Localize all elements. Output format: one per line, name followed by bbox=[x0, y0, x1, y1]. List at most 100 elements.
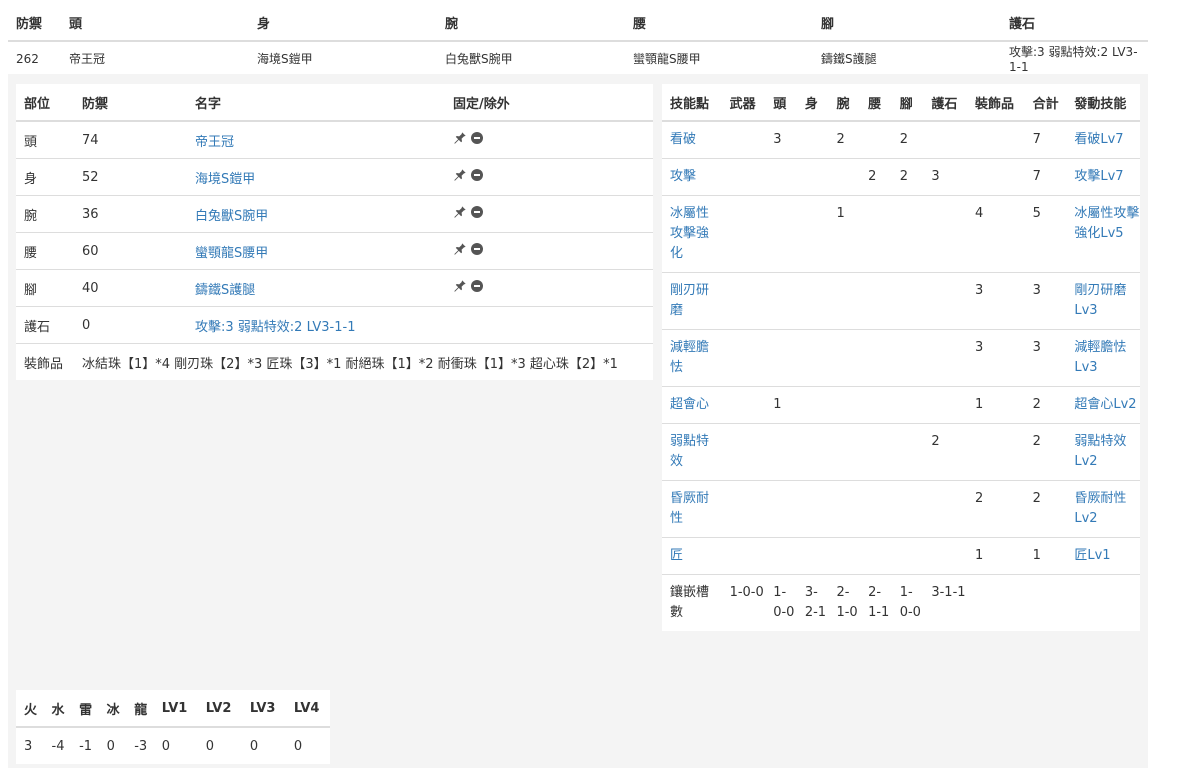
skill-point-cell bbox=[828, 272, 861, 330]
pin-icon[interactable] bbox=[453, 168, 467, 182]
active-skill-link[interactable]: 剛刃研磨Lv3 bbox=[1074, 283, 1126, 318]
active-skill-link[interactable]: 匠Lv1 bbox=[1074, 548, 1110, 563]
amulet-link[interactable]: 攻擊:3 弱點特效:2 LV3-1-1 bbox=[195, 320, 355, 335]
slot-row: 鑲嵌槽數 1-0-0 1-0-0 3-2-1 2-1-0 2-1-1 1-0-0 3-1-1 bbox=[662, 574, 1140, 631]
equip-row: 腳 40 鑄鐵S護腿 bbox=[16, 269, 653, 307]
equip-name-link[interactable]: 蠻顎龍S腰甲 bbox=[195, 246, 268, 261]
skill-point-cell bbox=[891, 423, 924, 481]
skill-point-cell: 4 bbox=[967, 195, 1025, 273]
skill-point-cell bbox=[967, 120, 1025, 159]
resist-value: -4 bbox=[43, 726, 72, 764]
skill-row: 弱點特效 2 2 弱點特效Lv2 bbox=[662, 423, 1140, 481]
skill-header: 腕 bbox=[828, 84, 861, 122]
skill-name-link[interactable]: 剛刃研磨 bbox=[670, 283, 709, 318]
summary-row: 262 帝王冠 海境S鎧甲 白兔獸S腕甲 蠻顎龍S腰甲 鑄鐵S護腿 攻擊:3 弱… bbox=[8, 41, 1148, 75]
skill-point-cell bbox=[765, 195, 797, 273]
skill-point-cell bbox=[923, 120, 967, 159]
resistance-row: 3 -4 -1 0 -3 0 0 0 0 bbox=[16, 726, 330, 764]
skill-name-link[interactable]: 昏厥耐性 bbox=[670, 491, 709, 526]
skill-point-cell bbox=[721, 386, 766, 424]
equip-name-link[interactable]: 鑄鐵S護腿 bbox=[195, 283, 255, 298]
skill-point-cell: 2 bbox=[923, 423, 967, 481]
skill-point-cell bbox=[796, 158, 829, 196]
skill-point-cell: 1 bbox=[1024, 537, 1067, 575]
skill-name-link[interactable]: 匠 bbox=[670, 548, 683, 563]
skill-name-link[interactable]: 超會心 bbox=[670, 397, 709, 412]
skill-point-cell bbox=[923, 480, 967, 538]
skill-point-cell: 1 bbox=[765, 386, 797, 424]
skill-row: 剛刃研磨 3 3 剛刃研磨Lv3 bbox=[662, 272, 1140, 330]
skill-name-link[interactable]: 弱點特效 bbox=[670, 434, 709, 469]
equipment-table: 部位 防禦 名字 固定/除外 頭 74 帝王冠身 52 海境S鎧甲腕 36 白兔獸S腕甲腰 6… bbox=[16, 84, 653, 380]
skill-point-cell bbox=[796, 423, 829, 481]
skill-header: 護石 bbox=[923, 84, 967, 122]
skill-point-cell: 1 bbox=[967, 386, 1025, 424]
resist-header: 冰 bbox=[98, 690, 127, 728]
skill-point-cell: 1 bbox=[828, 195, 861, 273]
skill-point-cell bbox=[796, 386, 829, 424]
pin-icon[interactable] bbox=[453, 279, 467, 293]
active-skill-link[interactable]: 超會心Lv2 bbox=[1074, 397, 1136, 412]
skill-point-cell bbox=[860, 272, 892, 330]
equip-part: 腰 bbox=[16, 232, 74, 270]
active-skill-link[interactable]: 弱點特效Lv2 bbox=[1074, 434, 1126, 469]
equip-part: 護石 bbox=[16, 306, 74, 344]
active-skill-link[interactable]: 攻擊Lv7 bbox=[1074, 169, 1123, 184]
resist-header: 龍 bbox=[126, 690, 154, 728]
pin-icon[interactable] bbox=[453, 242, 467, 256]
skill-name-link[interactable]: 冰屬性攻擊強化 bbox=[670, 206, 709, 261]
pin-icon[interactable] bbox=[453, 205, 467, 219]
summary-amulet: 攻擊:3 弱點特效:2 LV3-1-1 bbox=[1009, 45, 1138, 74]
equip-defense: 36 bbox=[74, 195, 187, 233]
resist-header: LV4 bbox=[285, 690, 330, 728]
active-skill-link[interactable]: 冰屬性攻擊強化Lv5 bbox=[1074, 206, 1139, 241]
summary-defense: 262 bbox=[16, 51, 39, 66]
active-skill-link[interactable]: 看破Lv7 bbox=[1074, 132, 1123, 147]
equip-row-amulet: 護石 0 攻擊:3 弱點特效:2 LV3-1-1 bbox=[16, 306, 653, 344]
skill-point-cell bbox=[860, 480, 892, 538]
skill-point-cell bbox=[721, 195, 766, 273]
skill-point-cell: 3 bbox=[1024, 272, 1067, 330]
resist-value: 0 bbox=[285, 726, 330, 764]
skill-point-cell bbox=[860, 120, 892, 159]
minus-circle-icon[interactable] bbox=[471, 206, 483, 218]
summary-header-body: 身 bbox=[249, 4, 437, 42]
equip-name-link[interactable]: 白兔獸S腕甲 bbox=[195, 209, 268, 224]
active-skill-link[interactable]: 昏厥耐性Lv2 bbox=[1074, 491, 1126, 526]
minus-circle-icon[interactable] bbox=[471, 280, 483, 292]
minus-circle-icon[interactable] bbox=[471, 169, 483, 181]
pin-icon[interactable] bbox=[453, 131, 467, 145]
skill-header: 頭 bbox=[765, 84, 797, 122]
skill-point-cell bbox=[923, 195, 967, 273]
skill-point-cell bbox=[860, 386, 892, 424]
active-skill-link[interactable]: 減輕膽怯Lv3 bbox=[1074, 340, 1126, 375]
skill-point-cell: 3 bbox=[967, 329, 1025, 387]
equip-name-link[interactable]: 帝王冠 bbox=[195, 135, 234, 150]
equip-defense: 60 bbox=[74, 232, 187, 270]
skill-point-cell bbox=[828, 480, 861, 538]
skill-name-link[interactable]: 減輕膽怯 bbox=[670, 340, 709, 375]
skill-point-cell bbox=[891, 329, 924, 387]
skill-point-cell bbox=[891, 386, 924, 424]
minus-circle-icon[interactable] bbox=[471, 132, 483, 144]
summary-waist: 蠻顎龍S腰甲 bbox=[633, 52, 701, 66]
skill-point-cell bbox=[765, 329, 797, 387]
skill-header: 身 bbox=[796, 84, 829, 122]
equip-part: 腳 bbox=[16, 269, 74, 307]
skill-point-cell bbox=[765, 480, 797, 538]
equip-header-part: 部位 bbox=[16, 84, 74, 122]
skill-point-cell bbox=[891, 537, 924, 575]
skill-point-cell: 7 bbox=[1024, 158, 1067, 196]
slot-cell: 1-0-0 bbox=[765, 574, 797, 631]
skill-point-cell: 3 bbox=[967, 272, 1025, 330]
skill-point-cell bbox=[891, 195, 924, 273]
equip-name-link[interactable]: 海境S鎧甲 bbox=[195, 172, 255, 187]
minus-circle-icon[interactable] bbox=[471, 243, 483, 255]
skill-point-cell: 2 bbox=[1024, 423, 1067, 481]
skill-row: 減輕膽怯 3 3 減輕膽怯Lv3 bbox=[662, 329, 1140, 387]
skill-point-cell bbox=[721, 272, 766, 330]
skill-name-link[interactable]: 攻擊 bbox=[670, 169, 696, 184]
skill-name-link[interactable]: 看破 bbox=[670, 132, 696, 147]
skill-point-cell bbox=[860, 195, 892, 273]
equip-header-name: 名字 bbox=[187, 84, 445, 122]
